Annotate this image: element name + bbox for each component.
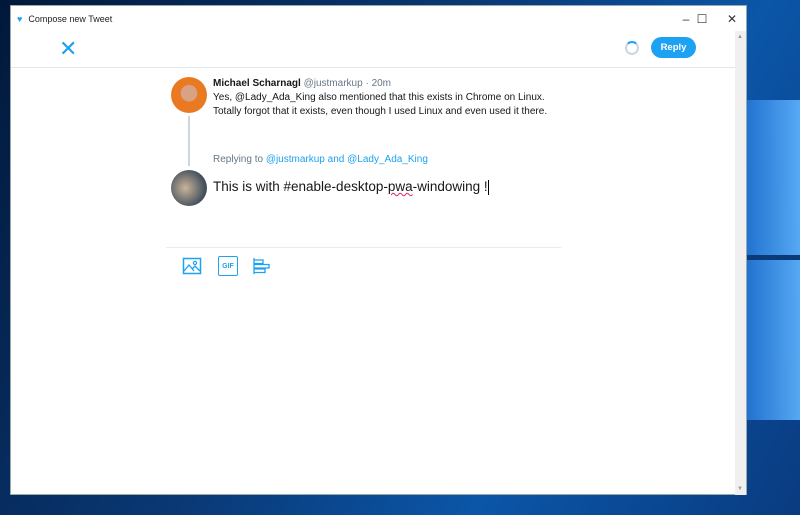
replying-user-link[interactable]: @justmarkup <box>266 154 325 165</box>
image-icon[interactable] <box>182 256 202 276</box>
poll-icon[interactable] <box>252 256 272 276</box>
twitter-bird-icon: ♥ <box>17 13 23 24</box>
compose-header: ✕ Reply <box>11 31 736 68</box>
compose-text-end: -windowing ! <box>412 179 488 194</box>
maximize-button[interactable]: ☐ <box>687 6 717 31</box>
character-count-ring <box>625 41 639 55</box>
text-caret <box>487 179 489 195</box>
author-handle[interactable]: @justmarkup <box>304 78 363 89</box>
tweet-compose-input[interactable]: This is with #enable-desktop-pwa-windowi… <box>213 179 489 195</box>
avatar[interactable] <box>171 77 207 113</box>
replying-prefix: Replying to <box>213 154 266 165</box>
compose-text: This is with #enable-desktop- <box>213 179 388 194</box>
window-title: Compose new Tweet <box>28 13 113 24</box>
mention-link[interactable]: @Lady_Ada_King <box>235 92 316 103</box>
original-tweet: Michael Scharnagl @justmarkup · 20m Yes,… <box>213 77 573 119</box>
replying-user-link[interactable]: @Lady_Ada_King <box>347 154 428 165</box>
thread-line <box>188 116 190 166</box>
separator: · <box>365 78 369 89</box>
scrollbar[interactable]: ▲ ▼ <box>735 31 746 495</box>
window-close-button[interactable]: ✕ <box>717 6 747 31</box>
replying-and[interactable]: and <box>325 154 347 165</box>
author-name[interactable]: Michael Scharnagl <box>213 78 301 89</box>
gif-button[interactable]: GIF <box>218 256 238 276</box>
close-icon[interactable]: ✕ <box>59 36 77 62</box>
desktop-wallpaper-light <box>740 100 800 420</box>
title-bar: ♥ Compose new Tweet <box>11 6 746 31</box>
user-avatar <box>171 170 207 206</box>
tweet-time: 20m <box>371 78 392 89</box>
tweet-text: Yes, <box>213 92 235 103</box>
misspelled-word: pwa <box>387 179 413 194</box>
reply-button[interactable]: Reply <box>651 37 696 58</box>
replying-to: Replying to @justmarkup and @Lady_Ada_Ki… <box>213 154 428 165</box>
desktop-wallpaper-divider <box>740 255 800 260</box>
divider <box>166 247 561 248</box>
